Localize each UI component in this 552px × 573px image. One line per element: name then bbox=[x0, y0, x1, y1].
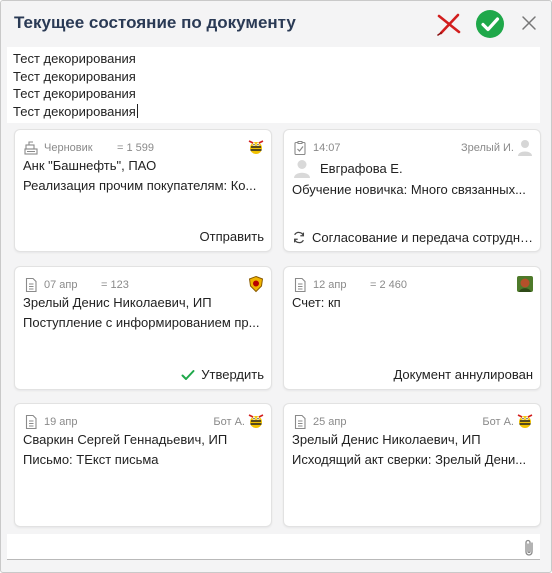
green-check-circle-icon bbox=[476, 10, 504, 38]
comment-line: Тест декорирования bbox=[13, 103, 534, 121]
document-card[interactable]: 14:07 Зрелый И. Евграфова Е. Обучение но… bbox=[283, 129, 541, 252]
action-label: Отправить bbox=[199, 229, 264, 244]
card-author: Зрелый И. bbox=[460, 142, 514, 154]
sync-icon bbox=[294, 231, 305, 244]
card-date: 07 апр bbox=[44, 279, 78, 291]
action-label: Утвердить bbox=[201, 367, 264, 382]
card-counterparty: Зрелый Денис Николаевич, ИП bbox=[292, 432, 481, 447]
card-author: Бот А. bbox=[213, 416, 245, 428]
card-description: Письмо: ТЕкст письма bbox=[23, 452, 159, 467]
comment-textarea[interactable]: Тест декорирования Тест декорирования Те… bbox=[7, 47, 540, 123]
dialog-title: Текущее состояние по документу bbox=[14, 13, 296, 32]
card-date: 12 апр bbox=[313, 279, 347, 291]
comment-line: Тест декорирования bbox=[13, 86, 136, 101]
card-description: Исходящий акт сверки: Зрелый Дени... bbox=[292, 452, 527, 467]
card-date: 14:07 bbox=[313, 142, 341, 154]
card-description: Реализация прочим покупателям: Ко... bbox=[23, 178, 257, 193]
comment-line-text: Тест декорирования bbox=[13, 103, 136, 119]
document-icon bbox=[294, 414, 306, 430]
card-assignee: Евграфова Е. bbox=[292, 158, 403, 178]
close-x-icon bbox=[522, 16, 536, 30]
cash-register-icon bbox=[24, 141, 38, 155]
document-card[interactable]: 07 апр = 123 Зрелый Денис Николаевич, ИП… bbox=[14, 266, 272, 390]
task-name: Согласование и передача сотрудника... bbox=[312, 230, 536, 245]
document-card[interactable]: 12 апр = 2 460 Счет: кп Документ аннулир… bbox=[283, 266, 541, 390]
shield-badge-avatar bbox=[248, 275, 264, 293]
bee-mascot-avatar bbox=[517, 414, 533, 428]
attachments-bar bbox=[7, 534, 540, 560]
card-description: Обучение новичка: Много связанных... bbox=[292, 182, 526, 197]
dialog-header: Текущее состояние по документу bbox=[1, 1, 551, 45]
document-state-dialog: Текущее состояние по документу Тест деко… bbox=[0, 0, 552, 573]
approve-action[interactable]: Утвердить bbox=[181, 367, 264, 382]
assignee-name: Евграфова Е. bbox=[320, 160, 403, 176]
card-sum: = 2 460 bbox=[370, 279, 408, 291]
placeholder-person-avatar bbox=[518, 140, 532, 156]
person-avatar-icon bbox=[294, 160, 310, 178]
card-date: 25 апр bbox=[313, 416, 347, 428]
card-counterparty: Зрелый Денис Николаевич, ИП bbox=[23, 295, 212, 310]
attach-file-button[interactable] bbox=[521, 538, 537, 558]
card-sum: = 123 bbox=[101, 279, 129, 291]
documents-grid: Черновик = 1 599 Анк "Башнефть", ПАО Реа… bbox=[7, 125, 541, 532]
document-icon bbox=[25, 277, 37, 293]
card-date: Черновик bbox=[44, 142, 93, 154]
checkmark-icon bbox=[181, 369, 195, 380]
reject-button[interactable] bbox=[436, 11, 462, 37]
document-icon bbox=[294, 277, 306, 293]
text-caret bbox=[136, 103, 138, 118]
send-action[interactable]: Отправить bbox=[200, 229, 264, 244]
card-author: Бот А. bbox=[482, 416, 514, 428]
comment-line: Тест декорирования bbox=[13, 68, 136, 84]
photo-avatar bbox=[517, 276, 533, 292]
document-card[interactable]: 19 апр Бот А. Сваркин Сергей Геннадьевич… bbox=[14, 403, 272, 527]
accept-button[interactable] bbox=[475, 9, 505, 39]
card-task: Согласование и передача сотрудника... bbox=[292, 230, 536, 245]
card-status: Документ аннулирован bbox=[393, 367, 533, 382]
red-cross-icon bbox=[437, 13, 461, 36]
card-counterparty: Анк "Башнефть", ПАО bbox=[23, 158, 157, 173]
document-card[interactable]: Черновик = 1 599 Анк "Башнефть", ПАО Реа… bbox=[14, 129, 272, 252]
card-title: Счет: кп bbox=[292, 295, 341, 310]
card-date: 19 апр bbox=[44, 416, 78, 428]
card-description: Поступление с информированием пр... bbox=[23, 315, 260, 330]
close-button[interactable] bbox=[519, 13, 539, 33]
document-icon bbox=[25, 414, 37, 430]
card-counterparty: Сваркин Сергей Геннадьевич, ИП bbox=[23, 432, 228, 447]
task-checklist-icon bbox=[294, 141, 306, 156]
comment-line: Тест декорирования bbox=[13, 51, 136, 66]
card-sum: = 1 599 bbox=[117, 142, 155, 154]
bee-mascot-avatar bbox=[248, 414, 264, 428]
document-card[interactable]: 25 апр Бот А. Зрелый Денис Николаевич, И… bbox=[283, 403, 541, 527]
bee-mascot-avatar bbox=[248, 140, 264, 154]
paperclip-icon bbox=[525, 539, 533, 556]
